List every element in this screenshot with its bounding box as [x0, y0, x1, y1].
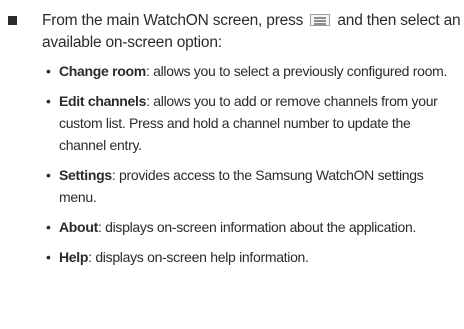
- document-page: From the main WatchON screen, press and …: [0, 0, 464, 329]
- option-term: Edit channels: [59, 93, 147, 109]
- bullet-dot-icon: •: [46, 63, 51, 79]
- option-description: : displays on-screen information about t…: [97, 219, 417, 235]
- bullet-dot-icon: •: [46, 249, 51, 265]
- main-instruction: From the main WatchON screen, press and …: [42, 10, 462, 54]
- option-description: : allows you to select a previously conf…: [145, 63, 448, 79]
- options-list: • Change room: allows you to select a pre…: [46, 60, 460, 276]
- option-settings: • Settings: provides access to the Samsun…: [46, 164, 460, 208]
- option-description: : provides access to the Samsung WatchON…: [59, 167, 424, 205]
- option-help: • Help: displays on-screen help informati…: [46, 246, 460, 268]
- bullet-dot-icon: •: [46, 219, 51, 235]
- bullet-dot-icon: •: [46, 93, 51, 109]
- option-term: Help: [59, 249, 89, 265]
- instruction-text-start: From the main WatchON screen, press: [42, 12, 308, 29]
- menu-icon: [310, 14, 331, 26]
- option-edit-channels: • Edit channels: allows you to add or rem…: [46, 90, 460, 156]
- option-change-room: • Change room: allows you to select a pre…: [46, 60, 460, 82]
- option-term: Settings: [59, 167, 112, 183]
- bullet-dot-icon: •: [46, 167, 51, 183]
- option-description: : displays on-screen help information.: [88, 249, 309, 265]
- option-term: About: [59, 219, 98, 235]
- option-term: Change room: [59, 63, 146, 79]
- option-about: • About: displays on-screen information a…: [46, 216, 460, 238]
- square-bullet-icon: [8, 16, 17, 25]
